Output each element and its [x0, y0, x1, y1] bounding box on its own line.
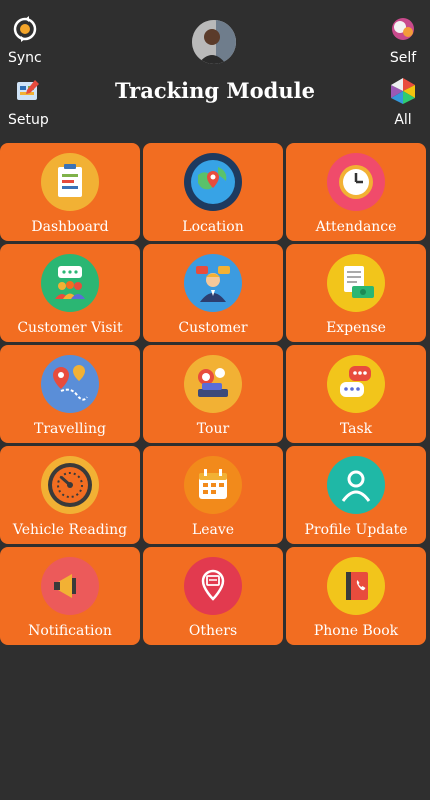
tile-label: Dashboard — [31, 219, 109, 235]
tile-profile-update[interactable]: Profile Update — [286, 446, 426, 544]
all-icon — [388, 76, 418, 110]
tour-icon — [184, 355, 242, 413]
tile-label: Location — [182, 219, 244, 235]
tile-label: Phone Book — [313, 623, 399, 639]
tile-others[interactable]: Others — [143, 547, 283, 645]
tile-label: Customer — [178, 320, 248, 336]
tile-label: Others — [188, 623, 238, 639]
tile-task[interactable]: Task — [286, 345, 426, 443]
vehicle-reading-icon — [41, 456, 99, 514]
travelling-icon — [41, 355, 99, 413]
page-title: Tracking Module — [115, 78, 315, 103]
tile-expense[interactable]: Expense — [286, 244, 426, 342]
avatar[interactable] — [192, 20, 236, 64]
phone-book-icon — [327, 557, 385, 615]
tile-customer[interactable]: Customer — [143, 244, 283, 342]
attendance-icon — [327, 153, 385, 211]
tile-attendance[interactable]: Attendance — [286, 143, 426, 241]
others-icon — [184, 557, 242, 615]
tile-label: Travelling — [34, 421, 106, 437]
tile-customer-visit[interactable]: Customer Visit — [0, 244, 140, 342]
location-icon — [184, 153, 242, 211]
self-button[interactable]: Self — [388, 14, 418, 66]
leave-icon — [184, 456, 242, 514]
customer-icon — [184, 254, 242, 312]
tile-label: Expense — [326, 320, 386, 336]
tile-notification[interactable]: Notification — [0, 547, 140, 645]
tile-location[interactable]: Location — [143, 143, 283, 241]
top-bar: Sync Setup Tracking Module Self All — [0, 0, 430, 140]
expense-icon — [327, 254, 385, 312]
tile-leave[interactable]: Leave — [143, 446, 283, 544]
sync-button[interactable]: Sync — [8, 14, 42, 66]
tile-label: Task — [339, 421, 373, 437]
dashboard-icon — [41, 153, 99, 211]
tile-tour[interactable]: Tour — [143, 345, 283, 443]
tile-dashboard[interactable]: Dashboard — [0, 143, 140, 241]
profile-update-icon — [327, 456, 385, 514]
tile-phone-book[interactable]: Phone Book — [286, 547, 426, 645]
sync-label: Sync — [8, 50, 42, 66]
module-grid: Dashboard Location Attendance Customer V… — [0, 143, 430, 645]
self-icon — [388, 14, 418, 48]
setup-label: Setup — [8, 112, 49, 128]
tile-label: Attendance — [315, 219, 397, 235]
tile-travelling[interactable]: Travelling — [0, 345, 140, 443]
task-icon — [327, 355, 385, 413]
all-label: All — [394, 112, 412, 128]
self-label: Self — [389, 50, 417, 66]
tile-vehicle-reading[interactable]: Vehicle Reading — [0, 446, 140, 544]
tile-label: Profile Update — [304, 522, 408, 538]
tile-label: Customer Visit — [17, 320, 123, 336]
tile-label: Tour — [196, 421, 230, 437]
tile-label: Leave — [191, 522, 235, 538]
customer-visit-icon — [41, 254, 99, 312]
all-button[interactable]: All — [388, 76, 418, 128]
sync-icon — [10, 14, 40, 48]
tile-label: Notification — [28, 623, 112, 639]
notification-icon — [41, 557, 99, 615]
tile-label: Vehicle Reading — [12, 522, 128, 538]
